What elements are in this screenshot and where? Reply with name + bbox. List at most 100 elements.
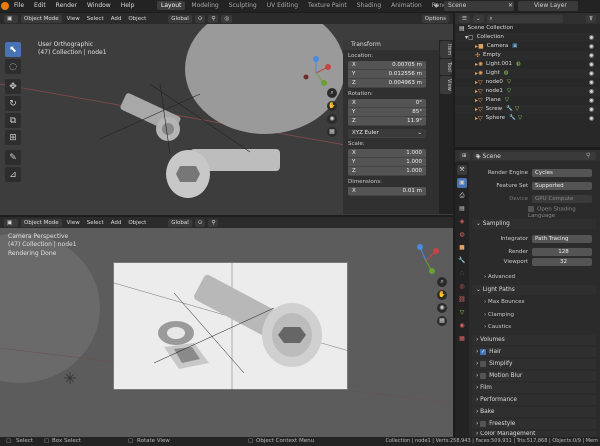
menu-edit[interactable]: Edit (34, 2, 46, 9)
freestyle-section[interactable]: › Freestyle (472, 419, 596, 429)
editor-type-icon[interactable]: ▣ (4, 218, 18, 227)
view-layer-tab-icon[interactable]: ▤ (457, 204, 467, 214)
menu-render[interactable]: Render (56, 2, 77, 9)
zoom-icon[interactable]: ⌕ (327, 88, 337, 98)
snap-icon[interactable]: ⚲ (208, 14, 219, 23)
pivot-icon[interactable]: ⊙ (194, 218, 206, 227)
render-engine-select[interactable]: Cycles (532, 169, 592, 177)
navigation-gizmo-top[interactable] (298, 55, 334, 91)
grid-view-icon[interactable]: ▦ (437, 316, 447, 326)
tree-row-node0[interactable]: ▸▽ node0 ▽ ◉ (455, 78, 600, 87)
hair-checkbox[interactable]: ✓ (480, 348, 487, 355)
visibility-eye-icon[interactable]: ◉ (589, 42, 594, 51)
tab-view[interactable]: View (440, 76, 452, 94)
simplify-section[interactable]: › Simplify (472, 359, 596, 369)
grid-view-icon[interactable]: ▦ (327, 127, 337, 137)
tree-row-collection[interactable]: ▾▢ Collection ◉ (455, 33, 600, 42)
data-tab-icon[interactable]: ▽ (457, 308, 467, 318)
tab-layout[interactable]: Layout (157, 1, 186, 10)
tab-tool[interactable]: Tool (440, 59, 452, 76)
constraints-tab-icon[interactable]: ⛓ (457, 295, 467, 305)
menu-view[interactable]: View (65, 16, 82, 22)
texture-tab-icon[interactable]: ▦ (457, 334, 467, 344)
rotation-z-field[interactable]: Z 11.9° (348, 117, 426, 126)
world-tab-icon[interactable]: ◍ (457, 230, 467, 240)
menu-view[interactable]: View (65, 220, 82, 226)
object-tab-icon[interactable]: ■ (457, 243, 467, 253)
sampling-section[interactable]: ⌄ Sampling (472, 219, 596, 229)
physics-tab-icon[interactable]: ◎ (457, 282, 467, 292)
tree-row-light001[interactable]: ▸✺ Light.001 ◍ ◉ (455, 60, 600, 69)
feature-set-select[interactable]: Supported (532, 182, 592, 190)
rotate-tool-icon[interactable]: ↻ (5, 96, 21, 111)
cursor-tool-icon[interactable]: ◌ (5, 59, 21, 74)
outliner-search-input[interactable]: ⌕ (486, 14, 563, 23)
visibility-eye-icon[interactable]: ◉ (589, 114, 594, 123)
device-select[interactable]: GPU Compute (532, 195, 592, 203)
menu-help[interactable]: Help (121, 2, 135, 9)
view-layer-selector[interactable]: View Layer (518, 1, 578, 11)
navigation-gizmo-bottom[interactable] (408, 243, 444, 279)
scene-selector[interactable]: Scene (444, 1, 514, 11)
visibility-eye-icon[interactable]: ◉ (589, 87, 594, 96)
caustics-section[interactable]: › Caustics (480, 322, 596, 332)
tree-row-camera[interactable]: ▸■ Camera ▣ ◉ (455, 42, 600, 51)
volumes-section[interactable]: › Volumes (472, 335, 596, 345)
properties-editor-icon[interactable]: ⊞ (459, 151, 470, 160)
mode-select[interactable]: Object Mode (21, 218, 62, 227)
tree-row-light[interactable]: ▸✺ Light ◍ ◉ (455, 69, 600, 78)
motion-blur-section[interactable]: › Motion Blur (472, 371, 596, 381)
display-mode-icon[interactable]: ⌄ (472, 14, 484, 23)
tree-row-scene-collection[interactable]: ▤ Scene Collection (455, 24, 600, 33)
light-paths-section[interactable]: ⌄ Light Paths (472, 285, 596, 295)
zoom-icon[interactable]: ⌕ (437, 277, 447, 287)
menu-file[interactable]: File (14, 2, 24, 9)
tab-texture-paint[interactable]: Texture Paint (304, 1, 351, 10)
menu-add[interactable]: Add (109, 220, 124, 226)
tab-sculpting[interactable]: Sculpting (225, 1, 261, 10)
menu-select[interactable]: Select (85, 16, 106, 22)
clamping-section[interactable]: › Clamping (480, 310, 596, 320)
max-bounces-section[interactable]: › Max Bounces (480, 297, 596, 307)
menu-object[interactable]: Object (126, 16, 148, 22)
film-section[interactable]: › Film (472, 383, 596, 393)
transform-title[interactable]: Transform (343, 40, 439, 50)
filter-icon[interactable]: ⊽ (585, 14, 596, 23)
scene-close-icon[interactable]: ✕ (508, 2, 513, 9)
visibility-eye-icon[interactable]: ◉ (589, 60, 594, 69)
transform-tool-icon[interactable]: ⊞ (5, 130, 21, 145)
osl-checkbox-label[interactable]: Open Shading Language (528, 206, 600, 219)
annotate-tool-icon[interactable]: ✎ (5, 150, 21, 165)
hair-section[interactable]: › ✓ Hair (472, 347, 596, 357)
select-tool-icon[interactable]: ⬉ (5, 42, 21, 57)
editor-type-icon[interactable]: ▣ (4, 14, 18, 23)
motion-blur-checkbox[interactable] (480, 372, 487, 379)
move-tool-icon[interactable]: ✥ (5, 79, 21, 94)
rotation-mode-select[interactable]: XYZ Euler ⌄ (348, 129, 426, 138)
menu-object[interactable]: Object (126, 220, 148, 226)
material-tab-icon[interactable]: ◉ (457, 321, 467, 331)
integrator-select[interactable]: Path Tracing (532, 235, 592, 243)
menu-window[interactable]: Window (87, 2, 111, 9)
tree-row-sphere[interactable]: ▸▽ Sphere 🔧 ▽ ◉ (455, 114, 600, 123)
tab-animation[interactable]: Animation (387, 1, 426, 10)
measure-tool-icon[interactable]: ⊿ (5, 167, 21, 182)
tree-row-plane[interactable]: ▸▽ Plane ▽ ◉ (455, 96, 600, 105)
scale-z-field[interactable]: Z 1.000 (348, 167, 426, 176)
orientation-select[interactable]: Global (168, 218, 192, 227)
location-y-field[interactable]: Y 0.012556 m (348, 70, 426, 79)
pan-hand-icon[interactable]: ✋ (437, 290, 447, 300)
tab-item[interactable]: Item (440, 41, 452, 59)
render-samples-field[interactable]: 128 (532, 248, 592, 256)
menu-select[interactable]: Select (85, 220, 106, 226)
visibility-eye-icon[interactable]: ◉ (589, 96, 594, 105)
scene-tab-icon[interactable]: ◈ (457, 217, 467, 227)
location-x-field[interactable]: X 0.00705 m (348, 61, 426, 70)
scale-x-field[interactable]: X 1.000 (348, 149, 426, 158)
tab-uv-editing[interactable]: UV Editing (263, 1, 302, 10)
tab-shading[interactable]: Shading (353, 1, 385, 10)
rotation-y-field[interactable]: Y 85° (348, 108, 426, 117)
visibility-eye-icon[interactable]: ◉ (589, 51, 594, 60)
camera-view-icon[interactable]: ◉ (327, 114, 337, 124)
osl-checkbox[interactable] (528, 206, 534, 212)
